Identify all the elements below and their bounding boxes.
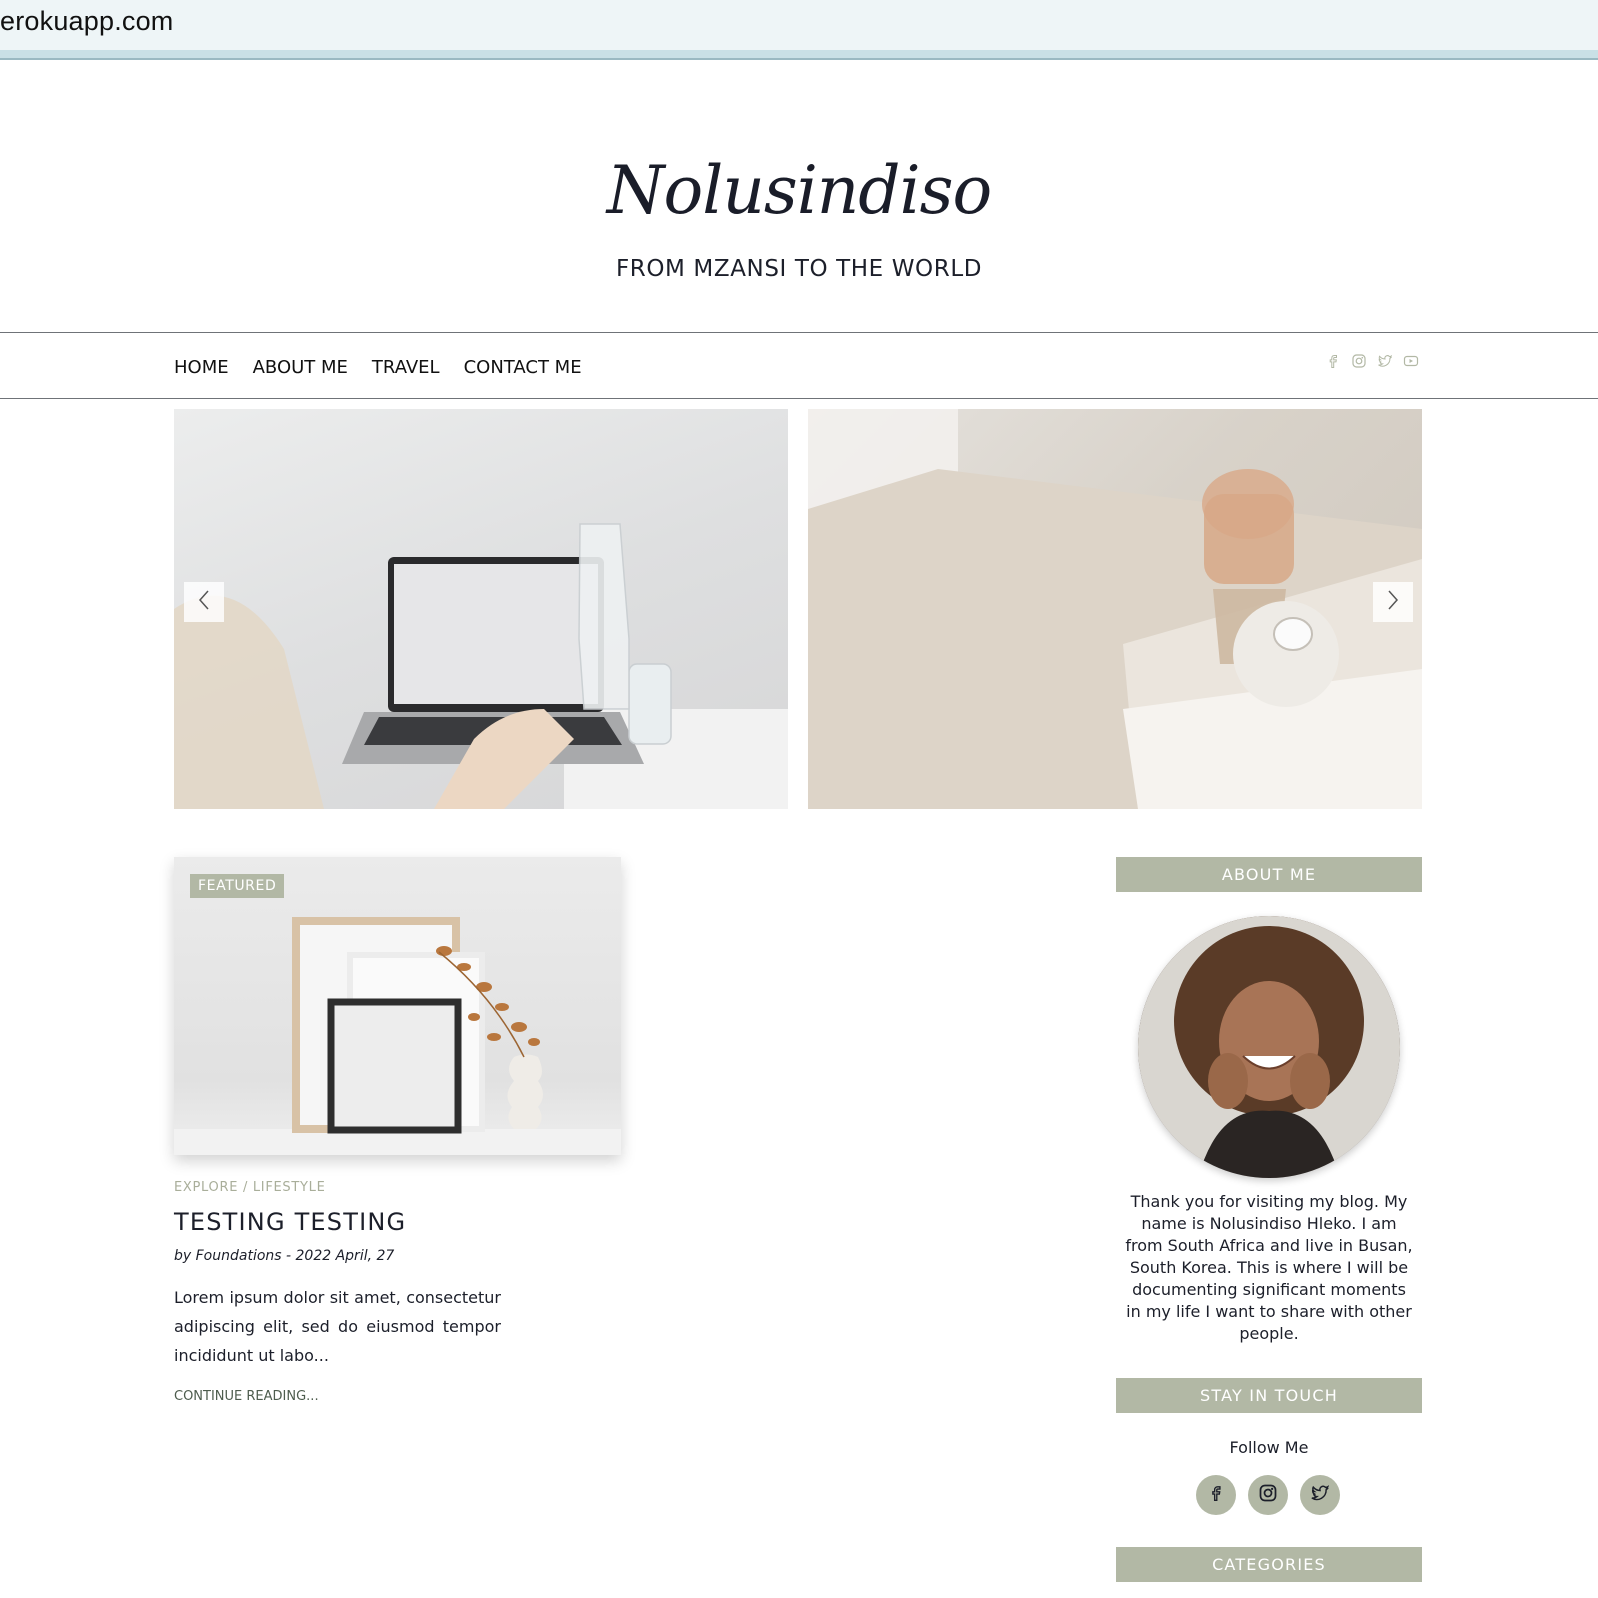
nav-travel-link[interactable]: TRAVEL [372, 357, 440, 378]
post-excerpt: Lorem ipsum dolor sit amet, consectetur … [174, 1288, 501, 1365]
nav-home-link[interactable]: HOME [174, 357, 229, 378]
twitter-icon[interactable] [1377, 353, 1393, 369]
post-meta: by Foundations - 2022 April, 27 [174, 1248, 395, 1264]
follow-icons [1196, 1475, 1340, 1515]
twitter-icon [1310, 1483, 1330, 1507]
site-title[interactable]: Nolusindiso [0, 152, 1598, 229]
author-avatar [1138, 916, 1400, 1178]
post-category[interactable]: EXPLORE / LIFESTYLE [174, 1180, 326, 1195]
site-tagline: FROM MZANSI TO THE WORLD [615, 256, 983, 282]
slider-next-button[interactable] [1373, 582, 1413, 622]
categories-heading: CATEGORIES [1116, 1547, 1422, 1582]
chevron-left-icon [197, 589, 211, 615]
slider-prev-button[interactable] [184, 582, 224, 622]
follow-me-label: Follow Me [1229, 1438, 1309, 1457]
featured-badge: FEATURED [190, 874, 285, 898]
nav-about-link[interactable]: ABOUT ME [253, 357, 348, 378]
facebook-icon[interactable] [1325, 353, 1341, 369]
follow-instagram-button[interactable] [1248, 1475, 1288, 1515]
nav-contact-link[interactable]: CONTACT ME [464, 357, 582, 378]
stay-in-touch-heading: STAY IN TOUCH [1116, 1378, 1422, 1413]
slider-image-hourglass[interactable] [808, 409, 1422, 809]
follow-facebook-button[interactable] [1196, 1475, 1236, 1515]
follow-twitter-button[interactable] [1300, 1475, 1340, 1515]
youtube-icon[interactable] [1403, 353, 1419, 369]
nav-links: HOME ABOUT ME TRAVEL CONTACT ME [174, 357, 582, 378]
instagram-icon [1258, 1483, 1278, 1507]
main-nav: HOME ABOUT ME TRAVEL CONTACT ME [0, 332, 1598, 399]
post-title[interactable]: TESTING TESTING [174, 1208, 406, 1236]
facebook-icon [1207, 1484, 1225, 1506]
continue-reading-link[interactable]: CONTINUE READING... [174, 1389, 319, 1404]
browser-address-bar[interactable]: erokuapp.com [0, 0, 1598, 60]
post-featured-image[interactable]: FEATURED [174, 857, 621, 1155]
nav-social-icons [1325, 353, 1419, 369]
slider-image-laptop[interactable] [174, 409, 788, 809]
instagram-icon[interactable] [1351, 353, 1367, 369]
address-bar-url[interactable]: erokuapp.com [0, 6, 174, 37]
chevron-right-icon [1386, 589, 1400, 615]
about-me-heading: ABOUT ME [1116, 857, 1422, 892]
about-me-text: Thank you for visiting my blog. My name … [1125, 1192, 1413, 1343]
